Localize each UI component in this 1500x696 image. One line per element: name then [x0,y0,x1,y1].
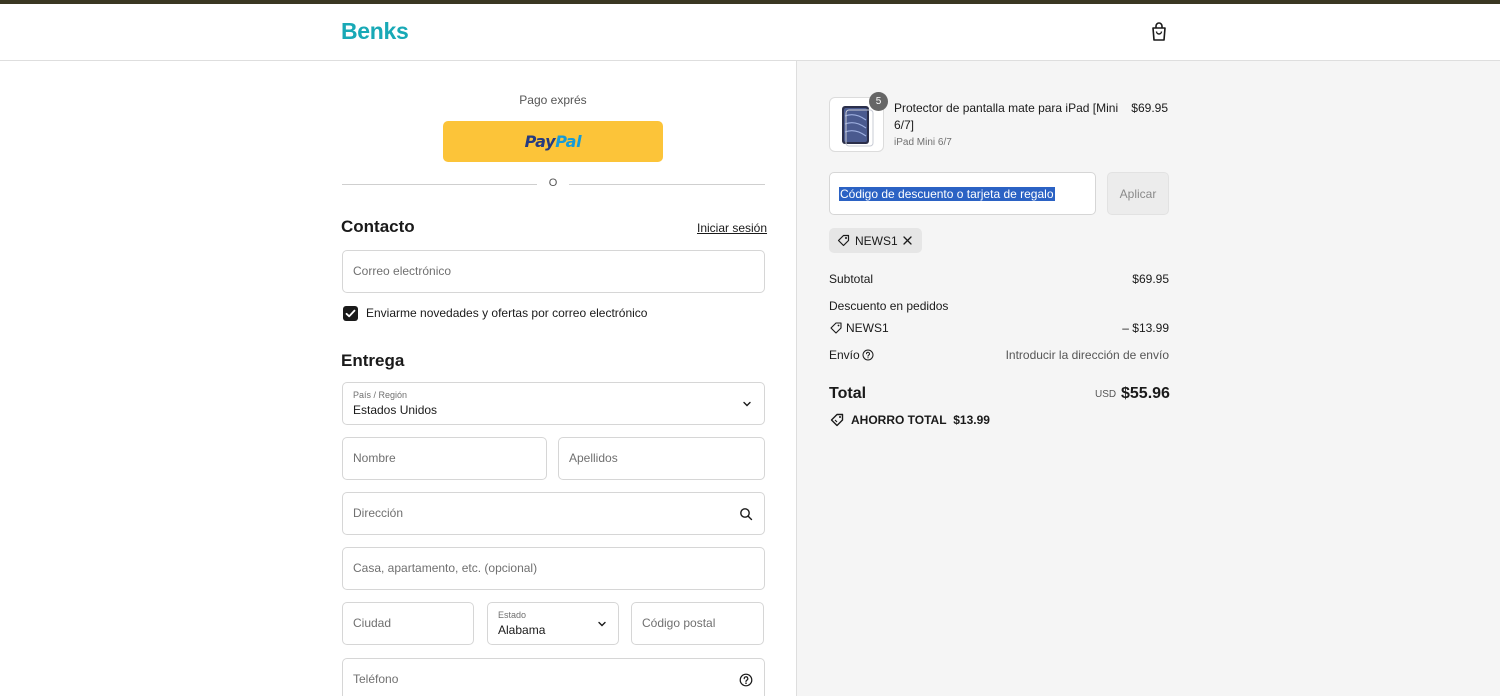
discount-code-label: NEWS1 [846,321,889,335]
city-field[interactable]: Ciudad [342,602,474,645]
country-value: Estados Unidos [353,403,438,417]
tag-icon [837,234,850,247]
discount-code-input[interactable]: Código de descuento o tarjeta de regalo [829,172,1096,215]
help-icon[interactable] [739,673,753,687]
state-select[interactable]: Estado Alabama [487,602,619,645]
zip-placeholder: Código postal [642,616,716,630]
header: Benks [0,4,1500,61]
applied-discount-chip: NEWS1 [829,228,922,253]
applied-code-label: NEWS1 [855,234,898,248]
contact-title: Contacto [341,217,415,236]
divider-right [569,184,765,185]
chevron-down-icon [598,621,606,627]
order-summary-panel [796,61,1500,696]
delivery-title: Entrega [341,351,405,370]
apartment-placeholder: Casa, apartamento, etc. (opcional) [353,561,538,575]
state-value: Alabama [498,623,546,637]
search-icon[interactable] [739,507,753,521]
discount-placeholder: Código de descuento o tarjeta de regalo [839,187,1055,201]
first-name-placeholder: Nombre [353,451,396,465]
paypal-logo: PayPal [524,132,582,151]
quantity-badge: 5 [869,92,888,111]
country-label: País / Región [353,390,408,400]
email-field[interactable]: Correo electrónico [342,250,765,293]
newsletter-checkbox[interactable] [343,306,358,321]
savings-tag-icon [830,413,844,427]
savings-value: $13.99 [953,413,990,427]
checkmark-icon [345,309,356,318]
login-link[interactable]: Iniciar sesión [697,221,767,235]
help-icon[interactable] [862,349,874,361]
address-field[interactable]: Dirección [342,492,765,535]
express-checkout-label: Pago exprés [519,93,587,107]
subtotal-value: $69.95 [1132,272,1169,286]
discount-value: – $13.99 [1122,321,1169,335]
divider-left [342,184,537,185]
order-discount-label: Descuento en pedidos [829,299,949,313]
total-amount: $55.96 [1121,385,1170,402]
first-name-field[interactable]: Nombre [342,437,547,480]
shipping-label: Envío [829,348,860,362]
shopping-bag-icon[interactable] [1150,22,1168,42]
or-separator: O [548,177,558,189]
email-placeholder: Correo electrónico [353,264,452,278]
chevron-down-icon [743,401,751,407]
phone-placeholder: Teléfono [353,672,399,686]
zip-field[interactable]: Código postal [631,602,764,645]
product-price: $69.95 [1131,101,1168,115]
product-variant: iPad Mini 6/7 [894,137,952,148]
country-select[interactable]: País / Región Estados Unidos [342,382,765,425]
savings-label: AHORRO TOTAL [851,413,947,427]
newsletter-label: Enviarme novedades y ofertas por correo … [366,306,648,320]
total-currency: USD [1095,389,1117,400]
tag-icon [830,322,842,334]
total-savings: AHORRO TOTAL $13.99 [851,413,990,427]
last-name-field[interactable]: Apellidos [558,437,765,480]
state-label: Estado [498,610,527,620]
last-name-placeholder: Apellidos [569,451,618,465]
apartment-field[interactable]: Casa, apartamento, etc. (opcional) [342,547,765,590]
shipping-value: Introducir la dirección de envío [1005,348,1169,362]
subtotal-label: Subtotal [829,272,874,286]
apply-button[interactable]: Aplicar [1107,172,1169,215]
address-placeholder: Dirección [353,506,404,520]
remove-icon[interactable] [902,235,913,246]
paypal-button[interactable]: PayPal [443,121,663,162]
total-label: Total [829,385,867,402]
brand-logo[interactable]: Benks [341,18,409,45]
city-placeholder: Ciudad [353,616,392,630]
product-name: Protector de pantalla mate para iPad [Mi… [894,101,1119,132]
phone-field[interactable]: Teléfono [342,658,765,696]
